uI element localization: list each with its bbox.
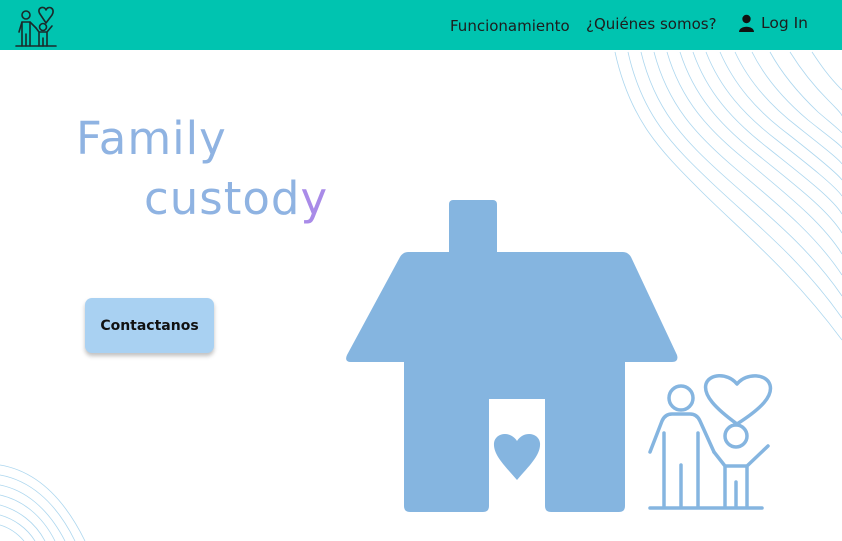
landing-page: Funcionamiento ¿Quiénes somos? Log In Fa… <box>0 0 842 541</box>
house-illustration <box>346 200 773 512</box>
house-heart-icon <box>346 200 678 512</box>
parent-child-heart-icon <box>648 374 773 510</box>
